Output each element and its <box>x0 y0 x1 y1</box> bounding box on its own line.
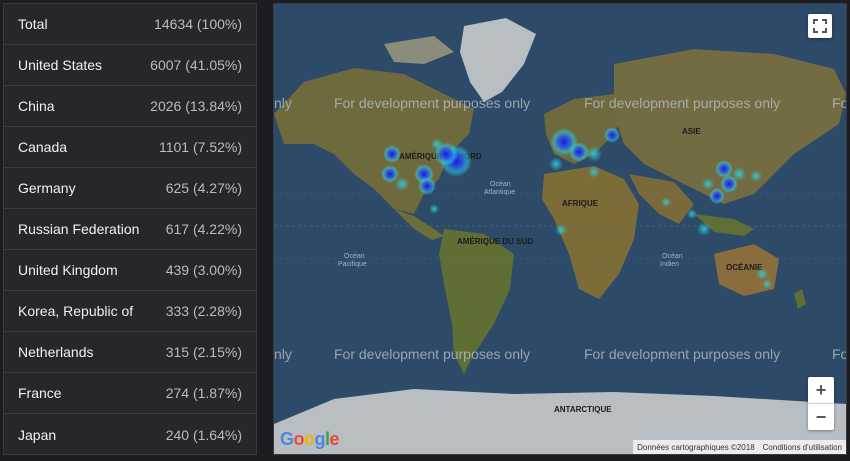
heat-point <box>756 268 768 280</box>
table-row: United States 6007 (41.05%) <box>4 45 256 86</box>
heat-point <box>732 167 746 181</box>
table-row: Germany 625 (4.27%) <box>4 168 256 209</box>
dev-watermark: For development purposes only <box>584 95 780 111</box>
heat-point <box>549 157 563 171</box>
label-atlantic: Océan <box>490 181 511 188</box>
table-row: Korea, Republic of 333 (2.28%) <box>4 291 256 332</box>
country-count: 625 (4.27%) <box>165 180 242 196</box>
zoom-out-button[interactable]: − <box>808 404 834 430</box>
heat-point <box>687 209 697 219</box>
fullscreen-button[interactable] <box>808 14 832 38</box>
heat-point <box>588 166 600 178</box>
terms-of-use-link[interactable]: Conditions d'utilisation <box>763 443 842 452</box>
dev-watermark-cut: Fo <box>832 95 846 111</box>
country-name: Netherlands <box>18 344 94 360</box>
country-name: Canada <box>18 139 68 155</box>
heat-point <box>431 138 443 150</box>
country-count: 333 (2.28%) <box>165 303 242 319</box>
country-stats-table: Total 14634 (100%) United States 6007 (4… <box>3 3 257 455</box>
table-row: United Kingdom 439 (3.00%) <box>4 250 256 291</box>
table-row: Japan 240 (1.64%) <box>4 414 256 455</box>
map-data-credit: Données cartographiques ©2018 <box>637 442 755 452</box>
country-name: Japan <box>18 426 57 443</box>
country-count: 315 (2.15%) <box>165 344 242 360</box>
heat-point <box>762 279 772 289</box>
heat-point <box>569 142 589 162</box>
dev-watermark-cut: nly <box>274 346 292 362</box>
table-row: China 2026 (13.84%) <box>4 86 256 127</box>
heat-point <box>429 204 439 214</box>
label-indian: Océan <box>662 253 683 260</box>
heat-point <box>555 224 567 236</box>
heat-point <box>418 177 436 195</box>
fullscreen-icon <box>813 19 827 33</box>
country-count: 14634 (100%) <box>154 16 242 32</box>
dev-watermark-cut: nly <box>274 95 292 111</box>
heat-point <box>702 178 714 190</box>
table-row: France 274 (1.87%) <box>4 373 256 414</box>
heat-point <box>586 146 602 162</box>
heat-point <box>661 197 671 207</box>
country-name: United Kingdom <box>18 262 118 278</box>
label-pacific: Océan <box>344 253 365 260</box>
heat-point <box>709 188 725 204</box>
label-indian: Indien <box>660 261 679 268</box>
map-attribution: Données cartographiques ©2018 Conditions… <box>633 440 846 454</box>
country-name: United States <box>18 57 103 73</box>
zoom-in-button[interactable]: + <box>808 377 834 404</box>
country-name: China <box>18 98 55 114</box>
table-row: Russian Federation 617 (4.22%) <box>4 209 256 250</box>
country-count: 439 (3.00%) <box>165 262 242 278</box>
country-count: 617 (4.22%) <box>165 221 242 237</box>
country-name: France <box>18 385 62 401</box>
label-asia: ASIE <box>682 127 701 136</box>
table-row-total: Total 14634 (100%) <box>4 4 256 45</box>
heat-point <box>604 127 620 143</box>
heat-point <box>395 177 409 191</box>
dev-watermark: For development purposes only <box>334 95 530 111</box>
table-row: Netherlands 315 (2.15%) <box>4 332 256 373</box>
dev-watermark: For development purposes only <box>584 346 780 362</box>
heat-point <box>697 222 711 236</box>
label-atlantic: Atlantique <box>484 189 515 196</box>
heat-point <box>750 170 762 182</box>
dev-watermark-cut: Fo <box>832 346 846 362</box>
world-heatmap[interactable]: nly For development purposes only For de… <box>273 3 847 455</box>
map-canvas[interactable]: nly For development purposes only For de… <box>274 4 846 454</box>
table-row: Canada 1101 (7.52%) <box>4 127 256 168</box>
label-south-america: AMÉRIQUE DU SUD <box>457 237 533 246</box>
country-count: 274 (1.87%) <box>165 385 242 401</box>
heat-point <box>383 145 401 163</box>
country-count: 6007 (41.05%) <box>150 57 242 73</box>
country-count: 1101 (7.52%) <box>158 139 242 155</box>
country-name: Korea, Republic of <box>18 303 134 319</box>
label-antarctica: ANTARCTIQUE <box>554 405 612 414</box>
country-name: Russian Federation <box>18 221 140 237</box>
label-africa: AFRIQUE <box>562 199 599 208</box>
label-pacific: Pacifique <box>338 261 367 268</box>
dev-watermark: For development purposes only <box>334 346 530 362</box>
country-count: 2026 (13.84%) <box>150 98 242 114</box>
google-logo[interactable]: Google <box>280 429 340 450</box>
country-count: 240 (1.64%) <box>165 426 242 443</box>
country-name: Total <box>18 16 48 32</box>
country-name: Germany <box>18 180 76 196</box>
